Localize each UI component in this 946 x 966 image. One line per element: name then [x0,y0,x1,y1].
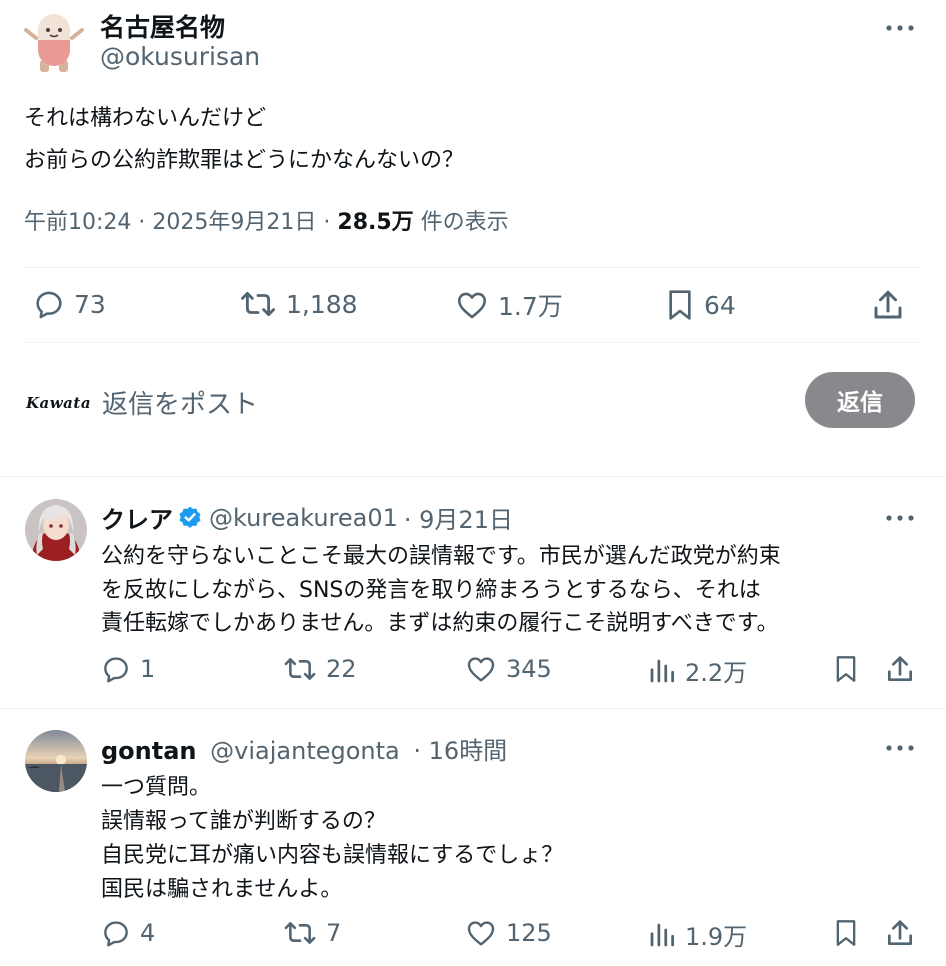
reply-text-line-3: 責任転嫁でしかありません。まずは約束の履行こそ説明すべきです。 [101,611,779,636]
reply-bookmark-button[interactable] [832,917,860,949]
share-button[interactable] [870,287,906,323]
reply-icon [100,653,132,685]
divider [24,267,920,268]
reply-views-button[interactable]: 2.2万 [647,653,747,688]
reply-handle[interactable]: @kureakurea01 [209,504,398,532]
bookmark-icon [832,653,860,685]
reply-timestamp[interactable]: · 16時間 [413,737,507,765]
heart-icon [454,288,490,322]
bookmark-button[interactable]: 64 [664,287,736,323]
reply-display-name[interactable]: クレア [101,500,173,535]
reply-text-line-2: 誤情報って誰が判断するの？ [101,809,386,834]
reply-reply-count: 1 [140,655,156,683]
tweet-time[interactable]: 午前10:24 [24,210,131,235]
meta-separator: · [138,210,146,235]
user-logo: Kawata [26,394,92,412]
view-count-label: 件の表示 [420,210,509,235]
reply-header: クレア @kureakurea01 · 9月21日 [101,500,513,535]
reply-count: 73 [74,289,106,319]
repost-count: 1,188 [286,289,358,319]
analytics-icon [647,655,677,687]
reply-reply-button[interactable]: 4 [100,917,155,949]
reply-avatar[interactable] [25,730,87,792]
share-icon [884,653,916,685]
reply-text-line-1: 公約を守らないことこそ最大の誤情報です。市民が選んだ政党が約束 [101,544,781,569]
analytics-icon [647,919,677,951]
share-icon [884,917,916,949]
reply-repost-count: 22 [326,655,357,683]
repost-icon [282,917,318,949]
repost-icon [238,287,278,321]
reply-text-line-3: 自民党に耳が痛い内容も誤情報にするでしょ？ [101,843,564,868]
meta-separator: · [323,210,331,235]
reply-repost-count: 7 [326,919,342,947]
tweet-meta: 午前10:24 · 2025年9月21日 · 28.5万 件の表示 [24,204,509,236]
repost-button[interactable]: 1,188 [238,287,358,321]
repost-icon [282,653,318,685]
reply-repost-button[interactable]: 7 [282,917,341,949]
reply-view-count: 2.2万 [685,659,748,687]
reply-repost-button[interactable]: 22 [282,653,357,685]
reply-like-button[interactable]: 125 [464,917,552,949]
like-count: 1.7万 [498,292,563,321]
reply-reply-button[interactable]: 1 [100,653,155,685]
heart-icon [464,917,498,949]
section-divider [0,476,946,477]
reply-like-count: 345 [506,655,552,683]
verified-badge-icon[interactable] [177,505,203,531]
reply-share-button[interactable] [884,917,916,949]
author-handle[interactable]: @okusurisan [100,42,260,71]
tweet-text-line-2: お前らの公約詐欺罪はどうにかなんないの？ [24,148,465,173]
section-divider [0,708,946,709]
reply-icon [32,287,66,321]
reply-text-line-4: 国民は騙されませんよ。 [101,877,343,902]
reply-text-line-2: を反故にしながら、SNSの発言を取り締まろうとするなら、それは [101,578,761,603]
reply-handle[interactable]: @viajantegonta [210,737,400,765]
reply-button[interactable]: 73 [32,287,106,321]
reply-views-button[interactable]: 1.9万 [647,917,747,952]
reply-reply-count: 4 [140,919,156,947]
reply-text-line-1: 一つ質問。 [101,775,212,800]
more-options-icon[interactable] [883,18,917,38]
tweet-date[interactable]: 2025年9月21日 [152,210,316,235]
bookmark-icon [664,287,696,323]
author-display-name[interactable]: 名古屋名物 [100,8,225,44]
reply-like-count: 125 [506,919,552,947]
bookmark-count: 64 [704,290,736,320]
reply-submit-label: 返信 [837,390,883,416]
like-button[interactable]: 1.7万 [454,287,563,323]
reply-display-name[interactable]: gontan [101,737,197,765]
tweet-text-line-1: それは構わないんだけど [24,106,267,131]
reply-more-options-icon[interactable] [883,738,917,758]
reply-timestamp[interactable]: · 9月21日 [404,500,513,535]
reply-bookmark-button[interactable] [832,653,860,685]
reply-more-options-icon[interactable] [883,508,917,528]
author-avatar[interactable] [22,8,86,76]
reply-avatar[interactable] [25,499,87,561]
view-count: 28.5万 [337,210,414,235]
reply-submit-button[interactable]: 返信 [805,372,915,428]
reply-icon [100,917,132,949]
reply-view-count: 1.9万 [685,923,748,951]
bookmark-icon [832,917,860,949]
reply-like-button[interactable]: 345 [464,653,552,685]
heart-icon [464,653,498,685]
divider [24,342,920,343]
reply-header: gontan @viajantegonta · 16時間 [101,731,507,766]
share-icon [870,287,906,323]
reply-share-button[interactable] [884,653,916,685]
reply-input[interactable]: 返信をポスト [102,384,782,421]
